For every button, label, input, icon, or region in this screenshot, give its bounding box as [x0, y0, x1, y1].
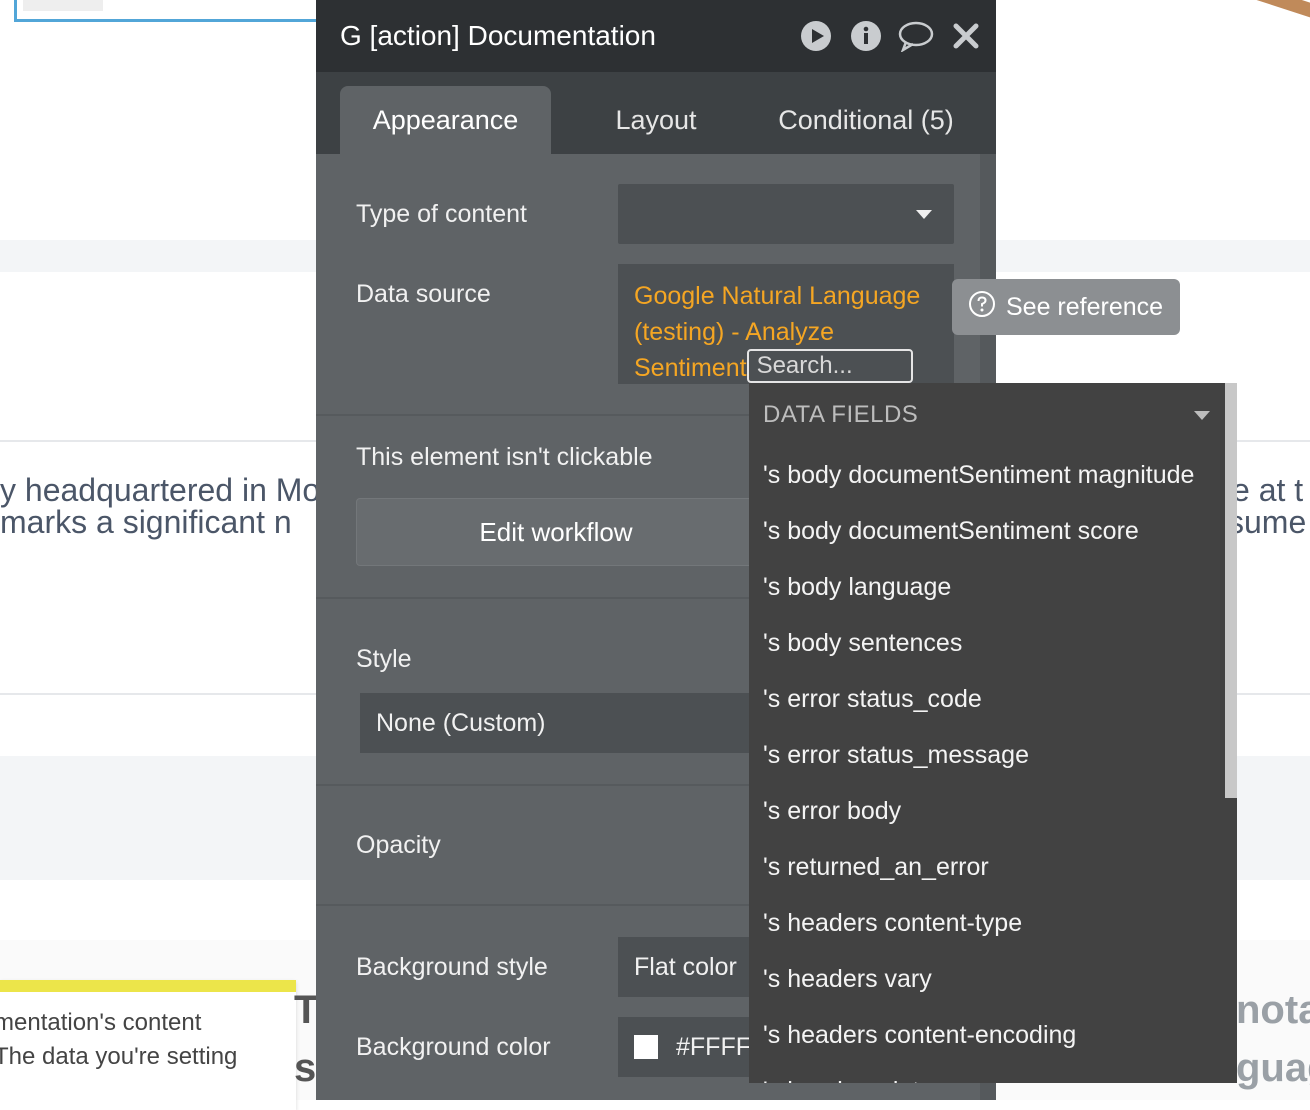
clickable-label: This element isn't clickable: [356, 443, 653, 471]
background-heading: guag: [1236, 1046, 1310, 1090]
selected-element-inner: [23, 0, 103, 11]
data-field-option[interactable]: 's headers date: [749, 1063, 1237, 1084]
background-text-line: y headquartered in Mo: [0, 472, 321, 508]
panel-title-bar[interactable]: G [action] Documentation: [316, 0, 996, 72]
data-source-text: Google Natural Language: [634, 282, 921, 310]
data-source-text: (testing) - Analyze: [634, 318, 835, 346]
type-of-content-dropdown[interactable]: [618, 184, 954, 244]
background-text-line: e at t: [1232, 472, 1304, 508]
close-icon[interactable]: [948, 18, 984, 54]
tab-appearance[interactable]: Appearance: [340, 86, 551, 154]
info-icon[interactable]: [848, 18, 884, 54]
data-field-option[interactable]: 's headers content-type: [749, 895, 1237, 951]
type-of-content-label: Type of content: [356, 200, 527, 228]
help-icon: [968, 290, 996, 325]
data-source-expression[interactable]: Google Natural Language (testing) - Anal…: [618, 264, 954, 384]
data-field-option[interactable]: 's returned_an_error: [749, 839, 1237, 895]
data-fields-header[interactable]: DATA FIELDS: [749, 383, 1237, 447]
data-field-option[interactable]: 's body documentSentiment score: [749, 503, 1237, 559]
color-swatch[interactable]: [634, 1035, 658, 1059]
data-field-option[interactable]: 's body language: [749, 559, 1237, 615]
background-card: mentation's content The data you're sett…: [0, 980, 296, 1110]
data-field-option[interactable]: 's body sentences: [749, 615, 1237, 671]
card-text-line: The data you're setting: [0, 1043, 238, 1070]
data-fields-title: DATA FIELDS: [763, 401, 919, 428]
tab-layout[interactable]: Layout: [586, 86, 726, 154]
image-corner: [1220, 0, 1310, 30]
data-fields-dropdown: DATA FIELDS 's body documentSentiment ma…: [749, 383, 1237, 1083]
background-color-label: Background color: [356, 1033, 551, 1061]
background-heading: nota: [1236, 988, 1310, 1032]
expression-search-input[interactable]: Search...: [746, 349, 913, 383]
data-field-option[interactable]: 's headers vary: [749, 951, 1237, 1007]
data-field-option[interactable]: 's error status_message: [749, 727, 1237, 783]
see-reference-label: See reference: [1006, 292, 1164, 321]
tab-conditional[interactable]: Conditional (5): [766, 86, 966, 154]
data-field-option[interactable]: 's error body: [749, 783, 1237, 839]
panel-title: G [action] Documentation: [340, 20, 656, 51]
data-field-option[interactable]: 's headers content-encoding: [749, 1007, 1237, 1063]
comment-icon[interactable]: [898, 18, 934, 54]
chevron-down-icon: [916, 210, 932, 219]
data-field-option[interactable]: 's error status_code: [749, 671, 1237, 727]
selected-element-outline[interactable]: [14, 0, 334, 22]
background-style-label: Background style: [356, 953, 548, 981]
see-reference-button[interactable]: See reference: [952, 279, 1180, 335]
tab-bar: Appearance Layout Conditional (5): [316, 72, 996, 154]
style-label: Style: [356, 645, 412, 673]
background-heading: s: [294, 1046, 317, 1090]
title-actions: [798, 18, 984, 54]
chevron-down-icon: [1194, 411, 1210, 420]
data-field-option[interactable]: 's body documentSentiment magnitude: [749, 447, 1237, 503]
background-text-line: sume: [1228, 504, 1307, 540]
play-icon[interactable]: [798, 18, 834, 54]
data-source-text: Sentiment: [634, 354, 747, 382]
opacity-label: Opacity: [356, 831, 441, 859]
background-text-line: marks a significant n: [0, 504, 292, 540]
data-source-label: Data source: [356, 280, 491, 308]
card-text-line: mentation's content: [0, 1009, 202, 1036]
